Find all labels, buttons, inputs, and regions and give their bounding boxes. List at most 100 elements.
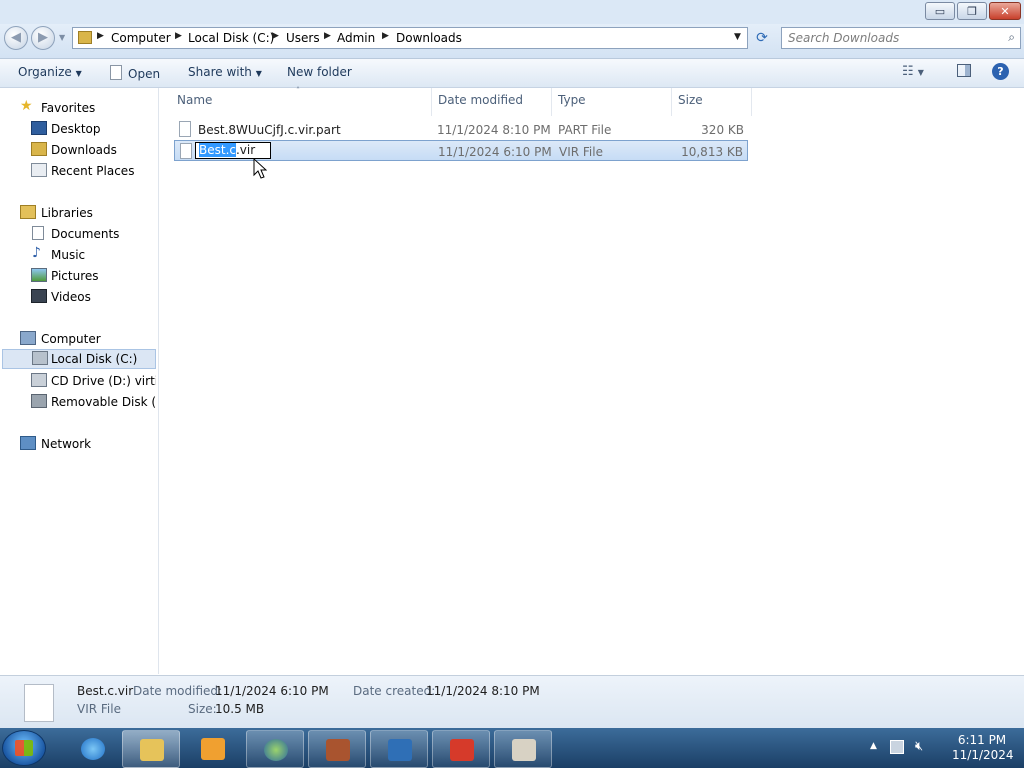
nav-music[interactable]: ♪ Music	[0, 245, 156, 265]
breadcrumb-local-disk[interactable]: Local Disk (C:)	[188, 31, 274, 45]
taskbar-app-button[interactable]	[370, 730, 428, 768]
internet-explorer-icon	[81, 738, 105, 760]
file-preview-icon	[24, 684, 54, 722]
file-icon	[179, 121, 191, 137]
taskbar-explorer-button[interactable]	[122, 730, 180, 768]
network-tray-icon[interactable]	[890, 740, 904, 754]
breadcrumb-separator-icon: ▶	[97, 31, 104, 41]
address-dropdown-icon[interactable]: ▼	[734, 32, 741, 42]
change-view-button[interactable]: ☷ ▼	[902, 64, 924, 79]
refresh-button[interactable]: ⟳	[752, 29, 772, 47]
file-name: Best.8WUuCjfJ.c.vir.part	[198, 123, 341, 137]
clock-time: 6:11 PM	[957, 733, 1007, 747]
chevron-down-icon: ▼	[75, 69, 82, 78]
close-button[interactable]: ✕	[989, 2, 1021, 20]
help-button[interactable]: ?	[992, 63, 1009, 80]
file-icon	[180, 143, 192, 159]
nav-removable-disk[interactable]: Removable Disk (E:)	[0, 392, 156, 412]
breadcrumb-downloads[interactable]: Downloads	[396, 31, 462, 45]
command-bar: Organize ▼ Open Share with ▼ New folder …	[0, 59, 1024, 88]
column-divider[interactable]	[431, 88, 432, 116]
organize-button[interactable]: Organize ▼	[18, 65, 82, 79]
breadcrumb-computer[interactable]: Computer	[111, 31, 171, 45]
forward-button[interactable]: ▶	[31, 26, 55, 50]
removable-disk-icon	[31, 394, 47, 408]
column-divider[interactable]	[671, 88, 672, 116]
nav-recent-places[interactable]: Recent Places	[0, 161, 156, 181]
back-arrow-icon: ◀	[11, 30, 21, 45]
share-with-button[interactable]: Share with ▼	[188, 65, 262, 79]
taskbar-ie-button[interactable]	[64, 730, 122, 768]
maximize-button[interactable]: ❐	[957, 2, 987, 20]
nav-libraries[interactable]: Libraries	[0, 203, 156, 223]
column-header-size[interactable]: Size	[678, 93, 703, 107]
nav-network-label: Network	[41, 437, 92, 451]
file-size: 320 KB	[701, 123, 744, 137]
details-date-modified-label: Date modified:	[133, 684, 223, 698]
nav-documents[interactable]: Documents	[0, 224, 156, 244]
nav-pictures[interactable]: Pictures	[0, 266, 156, 286]
file-type: VIR File	[559, 145, 603, 159]
column-header-type[interactable]: Type	[558, 93, 586, 107]
volume-muted-icon[interactable]: 🔇︎	[915, 739, 923, 754]
nav-network[interactable]: Network	[0, 434, 156, 454]
column-header-date-modified[interactable]: Date modified	[438, 93, 523, 107]
nav-downloads[interactable]: Downloads	[0, 140, 156, 160]
nav-local-disk-label: Local Disk (C:)	[51, 352, 138, 366]
file-list: ˄ Name Date modified Type Size Best.8WUu…	[159, 86, 1024, 674]
back-button[interactable]: ◀	[4, 26, 28, 50]
search-input[interactable]	[782, 28, 1004, 48]
close-icon: ✕	[1000, 5, 1010, 18]
system-clock[interactable]: 6:11 PM 11/1/2024	[952, 733, 1014, 763]
new-folder-label: New folder	[287, 65, 352, 79]
nav-local-disk[interactable]: Local Disk (C:)	[2, 349, 156, 369]
minimize-button[interactable]: ▭	[925, 2, 955, 20]
breadcrumb-admin[interactable]: Admin	[337, 31, 375, 45]
start-button[interactable]	[2, 730, 46, 766]
file-type: PART File	[558, 123, 612, 137]
new-folder-button[interactable]: New folder	[287, 65, 352, 79]
chevron-down-icon: ▼	[255, 69, 262, 78]
search-icon[interactable]: ⌕	[1008, 30, 1015, 45]
rename-extension-text: .vir	[235, 143, 256, 157]
nav-desktop-label: Desktop	[51, 122, 101, 136]
refresh-icon: ⟳	[756, 30, 768, 46]
file-row[interactable]: Best.8WUuCjfJ.c.vir.part 11/1/2024 8:10 …	[174, 119, 748, 140]
local-disk-icon	[32, 351, 48, 365]
network-app-icon	[388, 739, 412, 761]
forward-arrow-icon: ▶	[38, 30, 48, 45]
nav-favorites[interactable]: ★ Favorites	[0, 98, 156, 118]
open-button[interactable]: Open	[110, 65, 160, 81]
column-divider[interactable]	[551, 88, 552, 116]
firewall-app-icon	[326, 739, 350, 761]
file-size: 10,813 KB	[681, 145, 743, 159]
preview-pane-button[interactable]	[957, 64, 971, 77]
file-date-modified: 11/1/2024 8:10 PM	[437, 123, 551, 137]
column-header-name[interactable]: Name	[177, 93, 212, 107]
cd-drive-icon	[31, 373, 47, 387]
taskbar-app-button[interactable]	[494, 730, 552, 768]
rename-field[interactable]: Best.c.vir	[195, 142, 271, 159]
taskbar-app-button[interactable]	[308, 730, 366, 768]
star-icon: ★	[20, 98, 33, 114]
nav-desktop[interactable]: Desktop	[0, 119, 156, 139]
taskbar-app-button[interactable]	[246, 730, 304, 768]
mouse-cursor-icon	[253, 158, 267, 179]
nav-computer-label: Computer	[41, 332, 101, 346]
column-divider[interactable]	[751, 88, 752, 116]
details-size-label: Size:	[188, 702, 217, 716]
search-box[interactable]: ⌕	[781, 27, 1021, 49]
address-bar[interactable]: ▶ Computer ▶ Local Disk (C:) ▶ Users ▶ A…	[72, 27, 748, 49]
sort-ascending-icon: ˄	[296, 86, 300, 95]
details-date-created-label: Date created:	[353, 684, 436, 698]
taskbar-media-player-button[interactable]	[184, 730, 242, 768]
taskbar-app-button[interactable]	[432, 730, 490, 768]
recent-pages-dropdown-icon[interactable]: ▼	[59, 33, 65, 42]
nav-computer[interactable]: Computer	[0, 329, 156, 349]
show-hidden-icons-button[interactable]: ▲	[870, 741, 877, 751]
libraries-icon	[20, 205, 36, 219]
nav-videos[interactable]: Videos	[0, 287, 156, 307]
nav-cd-drive[interactable]: CD Drive (D:) virtio-w	[0, 371, 156, 391]
breadcrumb-users[interactable]: Users	[286, 31, 320, 45]
videos-icon	[31, 289, 47, 303]
